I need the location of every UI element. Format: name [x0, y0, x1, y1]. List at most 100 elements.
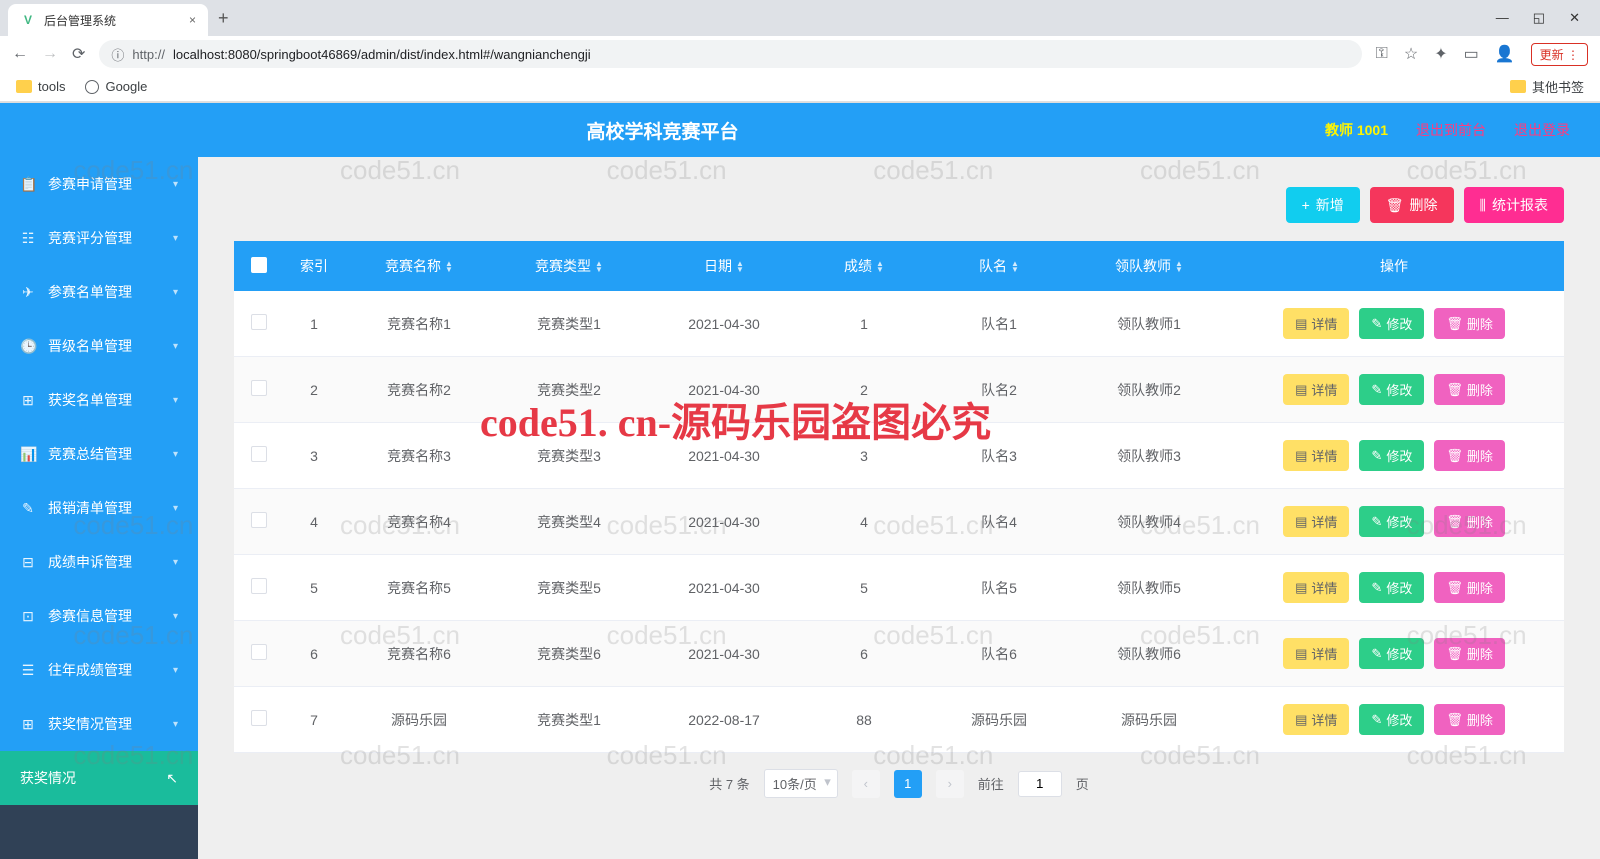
sidebar-item[interactable]: ☰往年成绩管理▾	[0, 643, 198, 697]
cell-date: 2021-04-30	[644, 448, 804, 464]
cell-name: 竞赛名称3	[344, 446, 494, 466]
sidebar-item[interactable]: ⊟成绩申诉管理▾	[0, 535, 198, 589]
doc-icon: ▤	[1295, 382, 1307, 398]
cell-score: 1	[804, 316, 924, 332]
row-delete-button[interactable]: 🗑删除	[1434, 506, 1505, 537]
sidebar-item[interactable]: ✎报销清单管理▾	[0, 481, 198, 535]
col-team[interactable]: 队名▲▼	[924, 256, 1074, 276]
cell-teacher: 源码乐园	[1074, 710, 1224, 730]
edit-button[interactable]: ✎修改	[1359, 374, 1424, 405]
cell-teacher: 领队教师4	[1074, 512, 1224, 532]
sidebar-item[interactable]: ⊞获奖情况管理▾	[0, 697, 198, 751]
page-number-1[interactable]: 1	[894, 770, 922, 798]
browser-update-button[interactable]: 更新 ⋮	[1531, 43, 1588, 66]
nav-forward-icon[interactable]: →	[42, 45, 58, 63]
detail-button[interactable]: ▤详情	[1283, 638, 1349, 669]
tab-close-icon[interactable]: ×	[189, 13, 196, 27]
page-prev-button[interactable]: ‹	[852, 770, 880, 798]
menu-icon: ⊟	[20, 554, 36, 571]
add-button[interactable]: +新增	[1286, 187, 1360, 223]
delete-button[interactable]: 🗑删除	[1370, 187, 1454, 223]
cell-type: 竞赛类型5	[494, 578, 644, 598]
row-checkbox[interactable]	[251, 710, 267, 726]
menu-icon: ☰	[20, 662, 36, 679]
sidebar-item[interactable]: ⊡参赛信息管理▾	[0, 589, 198, 643]
table-row: 3 竞赛名称3 竞赛类型3 2021-04-30 3 队名3 领队教师3 ▤详情…	[234, 423, 1564, 489]
bookmark-google[interactable]: Google	[85, 79, 147, 94]
edit-button[interactable]: ✎修改	[1359, 704, 1424, 735]
detail-button[interactable]: ▤详情	[1283, 374, 1349, 405]
select-all-checkbox[interactable]	[251, 257, 267, 273]
exit-to-front-link[interactable]: 退出到前台	[1416, 120, 1486, 140]
sidebar-item[interactable]: ☷竞赛评分管理▾	[0, 211, 198, 265]
extension-icon[interactable]: ✦	[1434, 44, 1447, 64]
sidebar-item[interactable]: 📋参赛申请管理▾	[0, 157, 198, 211]
sidebar-item[interactable]: ✈参赛名单管理▾	[0, 265, 198, 319]
detail-button[interactable]: ▤详情	[1283, 308, 1349, 339]
cell-teacher: 领队教师5	[1074, 578, 1224, 598]
cell-score: 2	[804, 382, 924, 398]
bookmark-tools[interactable]: tools	[16, 79, 65, 94]
sidebar-item-active[interactable]: 获奖情况↖	[0, 751, 198, 805]
row-delete-button[interactable]: 🗑删除	[1434, 638, 1505, 669]
page-size-select[interactable]: 10条/页	[764, 769, 838, 798]
sidebar-item[interactable]: 📊竞赛总结管理▾	[0, 427, 198, 481]
edit-button[interactable]: ✎修改	[1359, 308, 1424, 339]
row-checkbox[interactable]	[251, 578, 267, 594]
detail-button[interactable]: ▤详情	[1283, 704, 1349, 735]
reading-list-icon[interactable]: ▭	[1464, 44, 1479, 64]
edit-button[interactable]: ✎修改	[1359, 638, 1424, 669]
row-checkbox[interactable]	[251, 314, 267, 330]
edit-button[interactable]: ✎修改	[1359, 572, 1424, 603]
goto-page-input[interactable]	[1018, 771, 1062, 797]
bookmark-bar: tools Google 其他书签	[0, 72, 1600, 102]
page-next-button[interactable]: ›	[936, 770, 964, 798]
detail-button[interactable]: ▤详情	[1283, 506, 1349, 537]
col-index[interactable]: 索引	[284, 256, 344, 276]
cell-teacher: 领队教师1	[1074, 314, 1224, 334]
table-row: 2 竞赛名称2 竞赛类型2 2021-04-30 2 队名2 领队教师2 ▤详情…	[234, 357, 1564, 423]
profile-icon[interactable]: 👤	[1495, 44, 1515, 64]
stats-button[interactable]: ⫼统计报表	[1464, 187, 1564, 223]
star-icon[interactable]: ☆	[1404, 44, 1418, 64]
nav-reload-icon[interactable]: ⟳	[72, 44, 85, 64]
sidebar-item[interactable]: ⊞获奖名单管理▾	[0, 373, 198, 427]
row-checkbox[interactable]	[251, 446, 267, 462]
trash-icon: 🗑	[1446, 514, 1463, 530]
edit-button[interactable]: ✎修改	[1359, 506, 1424, 537]
window-maximize-icon[interactable]: ◱	[1533, 10, 1545, 26]
window-minimize-icon[interactable]: —	[1496, 10, 1509, 26]
cell-date: 2021-04-30	[644, 514, 804, 530]
col-date[interactable]: 日期▲▼	[644, 256, 804, 276]
bookmark-other[interactable]: 其他书签	[1510, 77, 1584, 96]
table-row: 4 竞赛名称4 竞赛类型4 2021-04-30 4 队名4 领队教师4 ▤详情…	[234, 489, 1564, 555]
row-delete-button[interactable]: 🗑删除	[1434, 572, 1505, 603]
detail-button[interactable]: ▤详情	[1283, 440, 1349, 471]
row-checkbox[interactable]	[251, 644, 267, 660]
edit-button[interactable]: ✎修改	[1359, 440, 1424, 471]
nav-back-icon[interactable]: ←	[12, 45, 28, 63]
col-type[interactable]: 竞赛类型▲▼	[494, 256, 644, 276]
browser-tab[interactable]: V 后台管理系统 ×	[8, 4, 208, 36]
plus-icon: +	[1302, 197, 1310, 213]
new-tab-button[interactable]: +	[208, 8, 239, 29]
sidebar-item-label: 报销清单管理	[48, 498, 132, 518]
logout-link[interactable]: 退出登录	[1514, 120, 1570, 140]
row-checkbox[interactable]	[251, 512, 267, 528]
col-score[interactable]: 成绩▲▼	[804, 256, 924, 276]
row-delete-button[interactable]: 🗑删除	[1434, 308, 1505, 339]
main-content: +新增 🗑删除 ⫼统计报表 索引 竞赛名称▲▼ 竞赛类型▲▼ 日期▲▼ 成绩▲▼…	[198, 157, 1600, 859]
url-input[interactable]: ⓘ http://localhost:8080/springboot46869/…	[99, 40, 1361, 68]
key-icon[interactable]: ⚿	[1376, 45, 1388, 63]
row-delete-button[interactable]: 🗑删除	[1434, 704, 1505, 735]
site-info-icon[interactable]: ⓘ	[111, 45, 124, 64]
window-close-icon[interactable]: ✕	[1569, 10, 1580, 26]
row-delete-button[interactable]: 🗑删除	[1434, 440, 1505, 471]
cell-date: 2022-08-17	[644, 712, 804, 728]
col-teacher[interactable]: 领队教师▲▼	[1074, 256, 1224, 276]
col-name[interactable]: 竞赛名称▲▼	[344, 256, 494, 276]
row-delete-button[interactable]: 🗑删除	[1434, 374, 1505, 405]
sidebar-item[interactable]: 🕒晋级名单管理▾	[0, 319, 198, 373]
row-checkbox[interactable]	[251, 380, 267, 396]
detail-button[interactable]: ▤详情	[1283, 572, 1349, 603]
